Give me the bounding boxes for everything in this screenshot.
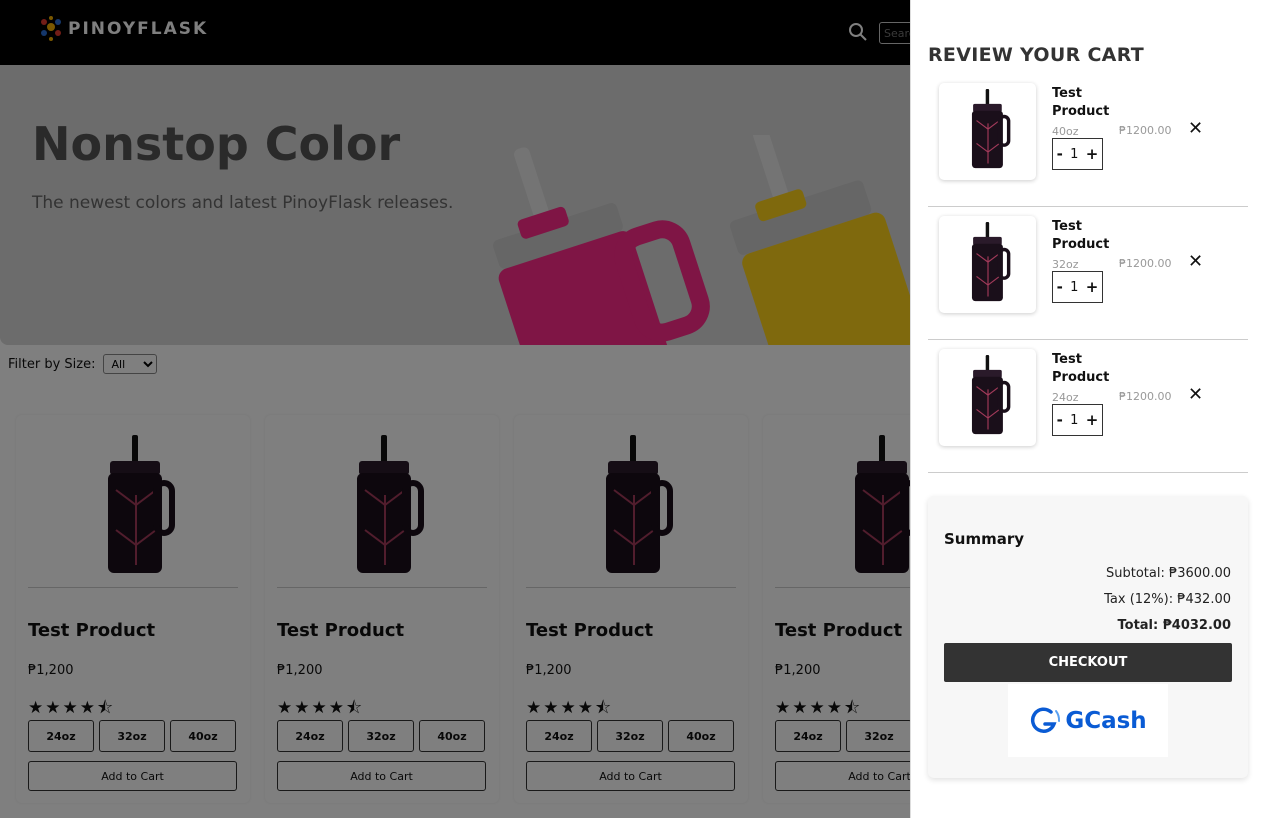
remove-item-icon[interactable]: ✕ — [1188, 251, 1203, 272]
cart-item-image — [939, 216, 1036, 313]
decrease-quantity-button[interactable]: - — [1057, 278, 1063, 296]
cart-item-price: ₱1200.00 — [1119, 257, 1172, 270]
increase-quantity-button[interactable]: + — [1086, 411, 1099, 429]
remove-item-icon[interactable]: ✕ — [1188, 384, 1203, 405]
quantity-value: 1 — [1070, 412, 1079, 428]
decrease-quantity-button[interactable]: - — [1057, 145, 1063, 163]
cart-title: REVIEW YOUR CART — [928, 44, 1145, 66]
cart-item-name: Test Product — [1052, 86, 1110, 119]
cart-item-price: ₱1200.00 — [1119, 124, 1172, 137]
subtotal: Subtotal: ₱3600.00 — [1105, 566, 1231, 581]
cart-item-name: Test Product — [1052, 219, 1110, 252]
cart-item-name: Test Product — [1052, 352, 1110, 385]
cart-item: Test Product 32oz ₱1200.00 ✕ - 1 + — [928, 207, 1248, 340]
cart-item-image — [939, 83, 1036, 180]
quantity-value: 1 — [1070, 279, 1079, 295]
summary-title: Summary — [944, 530, 1025, 548]
increase-quantity-button[interactable]: + — [1086, 278, 1099, 296]
cart-item-image — [939, 349, 1036, 446]
total: Total: ₱4032.00 — [1117, 618, 1232, 633]
cart-item-size: 32oz — [1052, 258, 1079, 271]
tax: Tax (12%): ₱432.00 — [1104, 592, 1231, 607]
cart-item-size: 24oz — [1052, 391, 1079, 404]
gcash-button[interactable]: GCash — [1008, 684, 1168, 757]
cart-panel: REVIEW YOUR CART Test Product 40oz ₱1200… — [910, 0, 1265, 818]
quantity-stepper: - 1 + — [1052, 271, 1103, 303]
modal-backdrop[interactable] — [0, 0, 910, 818]
cart-item: Test Product 24oz ₱1200.00 ✕ - 1 + — [928, 340, 1248, 473]
quantity-stepper: - 1 + — [1052, 404, 1103, 436]
increase-quantity-button[interactable]: + — [1086, 145, 1099, 163]
remove-item-icon[interactable]: ✕ — [1188, 118, 1203, 139]
cart-item-size: 40oz — [1052, 125, 1079, 138]
order-summary: Summary Subtotal: ₱3600.00 Tax (12%): ₱4… — [928, 496, 1248, 778]
gcash-label: GCash — [1065, 707, 1147, 734]
cart-item-price: ₱1200.00 — [1119, 390, 1172, 403]
quantity-value: 1 — [1070, 146, 1079, 162]
checkout-button[interactable]: CHECKOUT — [944, 643, 1232, 682]
cart-item: Test Product 40oz ₱1200.00 ✕ - 1 + — [928, 74, 1248, 207]
gcash-logo-icon — [1031, 706, 1061, 733]
decrease-quantity-button[interactable]: - — [1057, 411, 1063, 429]
quantity-stepper: - 1 + — [1052, 138, 1103, 170]
